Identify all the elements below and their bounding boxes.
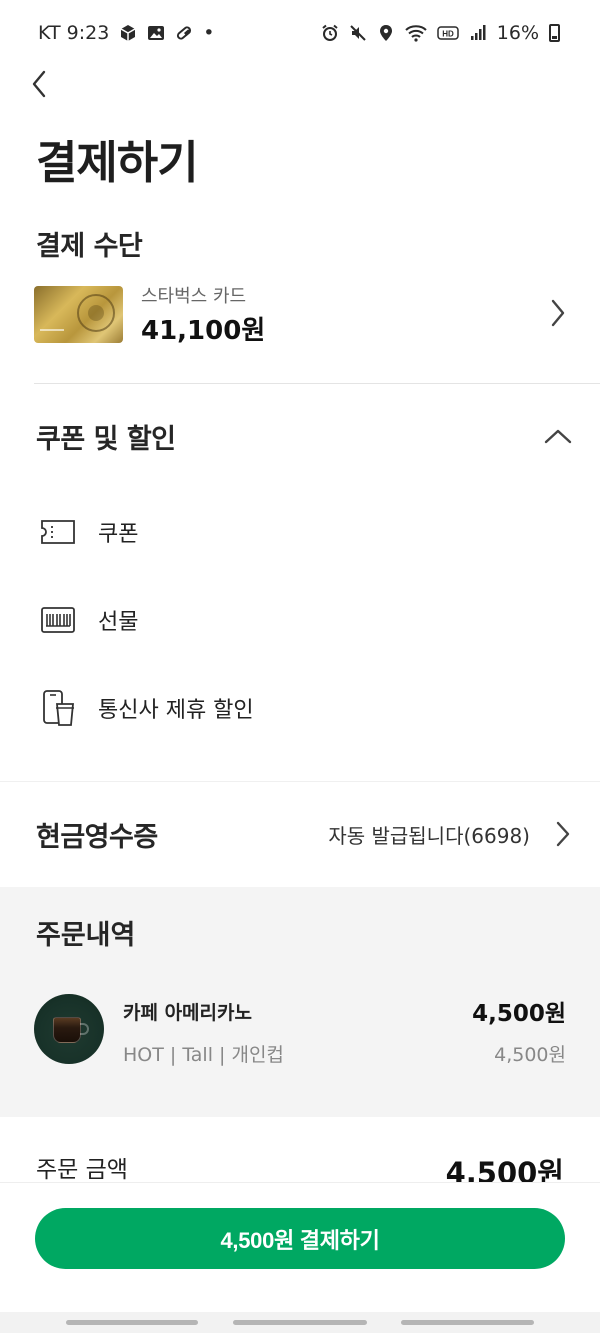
divider bbox=[0, 781, 600, 782]
card-stripe bbox=[40, 328, 64, 331]
hd-icon: HD bbox=[437, 26, 459, 40]
card-name: 스타벅스 카드 bbox=[141, 285, 247, 307]
signal-icon bbox=[470, 25, 486, 40]
pay-button[interactable]: 4,500원 결제하기 bbox=[35, 1208, 565, 1269]
nav-recent-indicator[interactable] bbox=[66, 1320, 198, 1325]
starbucks-card-image bbox=[34, 285, 123, 343]
divider bbox=[34, 383, 600, 384]
cash-receipt-row[interactable]: 현금영수증 자동 발급됩니다(6698) bbox=[36, 806, 572, 862]
pill-icon bbox=[177, 26, 192, 40]
alarm-icon bbox=[322, 24, 338, 41]
page-title: 결제하기 bbox=[36, 136, 199, 189]
ticket-icon bbox=[38, 514, 78, 550]
cash-receipt-heading: 현금영수증 bbox=[36, 821, 158, 853]
system-nav-bar bbox=[0, 1312, 600, 1333]
carrier-discount-item[interactable]: 통신사 제휴 할인 bbox=[38, 683, 558, 733]
gift-item[interactable]: 선물 bbox=[38, 595, 558, 645]
status-right: HD 16% bbox=[321, 22, 560, 44]
coupon-discount-heading: 쿠폰 및 할인 bbox=[36, 423, 176, 455]
card-text: 스타벅스 카드 41,100원 bbox=[141, 282, 265, 347]
order-section: 주문내역 카페 아메리카노 HOT | Tall | 개인컵 4,500원 4,… bbox=[0, 887, 600, 1117]
americano-image bbox=[34, 994, 104, 1064]
carrier-time: KT 9:23 bbox=[38, 22, 110, 44]
battery-percent: 16% bbox=[496, 22, 539, 44]
gift-card-icon bbox=[38, 602, 78, 638]
product-name: 카페 아메리카노 bbox=[123, 1002, 252, 1024]
product-unit-price: 4,500원 bbox=[494, 1044, 566, 1066]
order-heading: 주문내역 bbox=[36, 920, 136, 951]
carrier-discount-label: 통신사 제휴 할인 bbox=[98, 698, 254, 723]
wifi-icon bbox=[405, 25, 427, 42]
chevron-up-icon bbox=[544, 429, 572, 444]
coupon-item[interactable]: 쿠폰 bbox=[38, 507, 558, 557]
coupon-discount-header[interactable]: 쿠폰 및 할인 bbox=[36, 410, 572, 462]
card-balance: 41,100원 bbox=[141, 315, 266, 346]
status-dot: • bbox=[203, 22, 215, 44]
cup-handle bbox=[80, 1023, 89, 1035]
gallery-icon bbox=[148, 26, 165, 40]
nav-back-indicator[interactable] bbox=[401, 1320, 534, 1325]
status-bar: KT 9:23 • HD 16% bbox=[0, 0, 600, 66]
gift-label: 선물 bbox=[98, 610, 139, 635]
chevron-right-icon bbox=[556, 821, 570, 847]
bottom-action-bar: 4,500원 결제하기 bbox=[0, 1182, 600, 1312]
mute-icon bbox=[350, 25, 366, 41]
order-total-label: 주문 금액 bbox=[36, 1157, 128, 1183]
back-button[interactable] bbox=[22, 64, 56, 104]
battery-icon bbox=[549, 24, 560, 42]
phone-cup-icon bbox=[38, 690, 78, 726]
location-icon bbox=[379, 25, 392, 41]
cash-receipt-value-wrap: 자동 발급됩니다(6698) bbox=[328, 819, 572, 849]
svg-text:HD: HD bbox=[442, 30, 454, 39]
order-item: 카페 아메리카노 HOT | Tall | 개인컵 4,500원 4,500원 bbox=[34, 994, 566, 1066]
card-logo bbox=[77, 293, 115, 332]
status-left: KT 9:23 • bbox=[38, 22, 215, 44]
cup-shape bbox=[53, 1017, 81, 1043]
product-price: 4,500원 bbox=[472, 1001, 566, 1027]
chevron-right-icon bbox=[551, 299, 565, 327]
product-options: HOT | Tall | 개인컵 bbox=[123, 1044, 284, 1066]
coupon-label: 쿠폰 bbox=[98, 522, 139, 547]
cash-receipt-value: 자동 발급됩니다(6698) bbox=[328, 823, 530, 848]
payment-method-row[interactable]: 스타벅스 카드 41,100원 bbox=[34, 282, 570, 346]
chevron-left-icon bbox=[32, 70, 46, 98]
nav-home-indicator[interactable] bbox=[233, 1320, 367, 1325]
cube-icon bbox=[120, 25, 136, 41]
payment-method-heading: 결제 수단 bbox=[36, 231, 143, 262]
